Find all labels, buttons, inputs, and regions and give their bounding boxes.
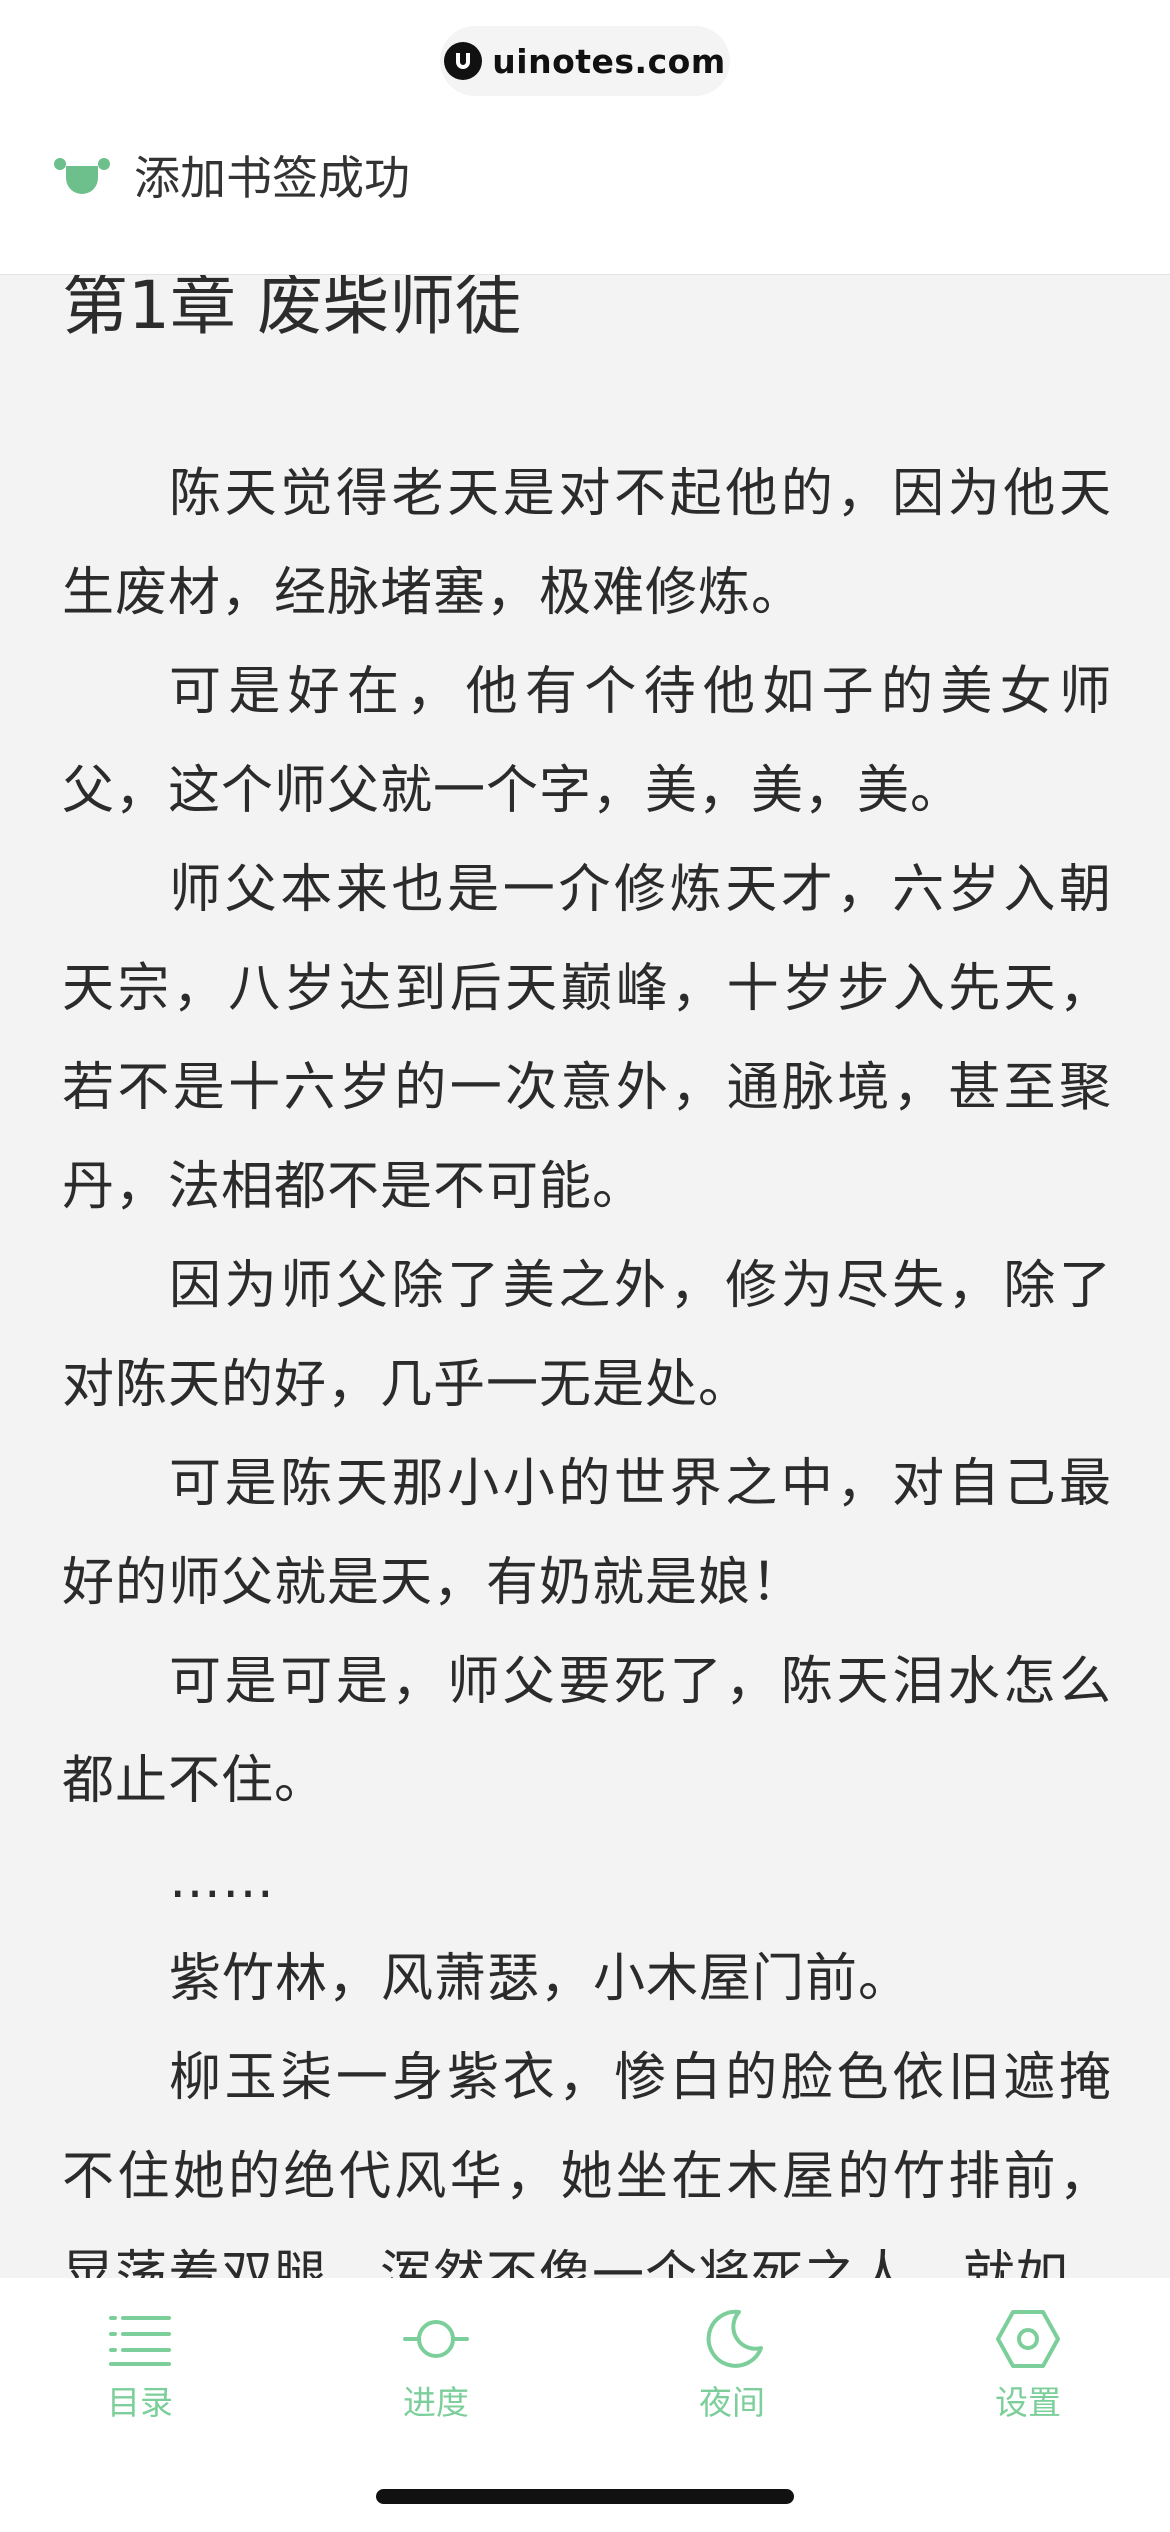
uinotes-logo-icon — [444, 42, 483, 80]
toolbar-label: 设置 — [995, 2383, 1061, 2422]
toolbar-contents-button[interactable]: 目录 — [60, 2308, 220, 2428]
reading-area[interactable]: 第1章 废柴师徒 陈天觉得老天是对不起他的，因为他天生废材，经脉堵塞，极难修炼。… — [0, 200, 1170, 2280]
reader-screen: 第1章 废柴师徒 陈天觉得老天是对不起他的，因为他天生废材，经脉堵塞，极难修炼。… — [0, 0, 1170, 2532]
paragraph: 可是可是，师父要死了，陈天泪水怎么都止不住。 — [62, 1652, 1112, 1811]
watermark-text: uinotes.com — [492, 41, 726, 81]
bookmark-face-icon — [54, 158, 110, 194]
toast-banner: uinotes.com 添加书签成功 — [0, 0, 1170, 275]
toolbar-label: 进度 — [403, 2383, 469, 2422]
watermark-badge: uinotes.com — [440, 26, 730, 96]
list-icon — [109, 2316, 171, 2366]
bookmark-toast: 添加书签成功 — [52, 140, 410, 210]
toolbar-settings-button[interactable]: 设置 — [948, 2308, 1108, 2428]
paragraph: 师父本来也是一介修炼天才，六岁入朝天宗，八岁达到后天巅峰，十岁步入先天，若不是十… — [62, 860, 1112, 1217]
paragraph: 紫竹林，风萧瑟，小木屋门前。 — [169, 1949, 912, 2009]
moon-icon — [706, 2309, 763, 2368]
home-indicator[interactable] — [376, 2489, 794, 2504]
toolbar-label: 夜间 — [699, 2383, 765, 2422]
toast-message: 添加书签成功 — [134, 151, 410, 205]
paragraph: 柳玉柒一身紫衣，惨白的脸色依旧遮掩不住她的绝代风华，她坐在木屋的竹排前，晃荡着双… — [62, 2048, 1112, 2280]
toolbar-night-mode-button[interactable]: 夜间 — [652, 2308, 812, 2428]
paragraph: 因为师父除了美之外，修为尽失，除了对陈天的好，几乎一无是处。 — [62, 1256, 1112, 1415]
settings-icon — [996, 2310, 1060, 2368]
paragraph: 可是好在，他有个待他如子的美女师父，这个师父就一个字，美，美，美。 — [62, 662, 1112, 821]
paragraph: 陈天觉得老天是对不起他的，因为他天生废材，经脉堵塞，极难修炼。 — [62, 464, 1112, 623]
paragraph: 可是陈天那小小的世界之中，对自己最好的师父就是天，有奶就是娘！ — [62, 1454, 1112, 1613]
progress-icon — [403, 2320, 469, 2358]
chapter-body: 陈天觉得老天是对不起他的，因为他天生废材，经脉堵塞，极难修炼。 可是好在，他有个… — [62, 445, 1112, 2280]
toolbar-progress-button[interactable]: 进度 — [356, 2308, 516, 2428]
toolbar-label: 目录 — [107, 2383, 173, 2422]
paragraph: …… — [169, 1850, 275, 1910]
